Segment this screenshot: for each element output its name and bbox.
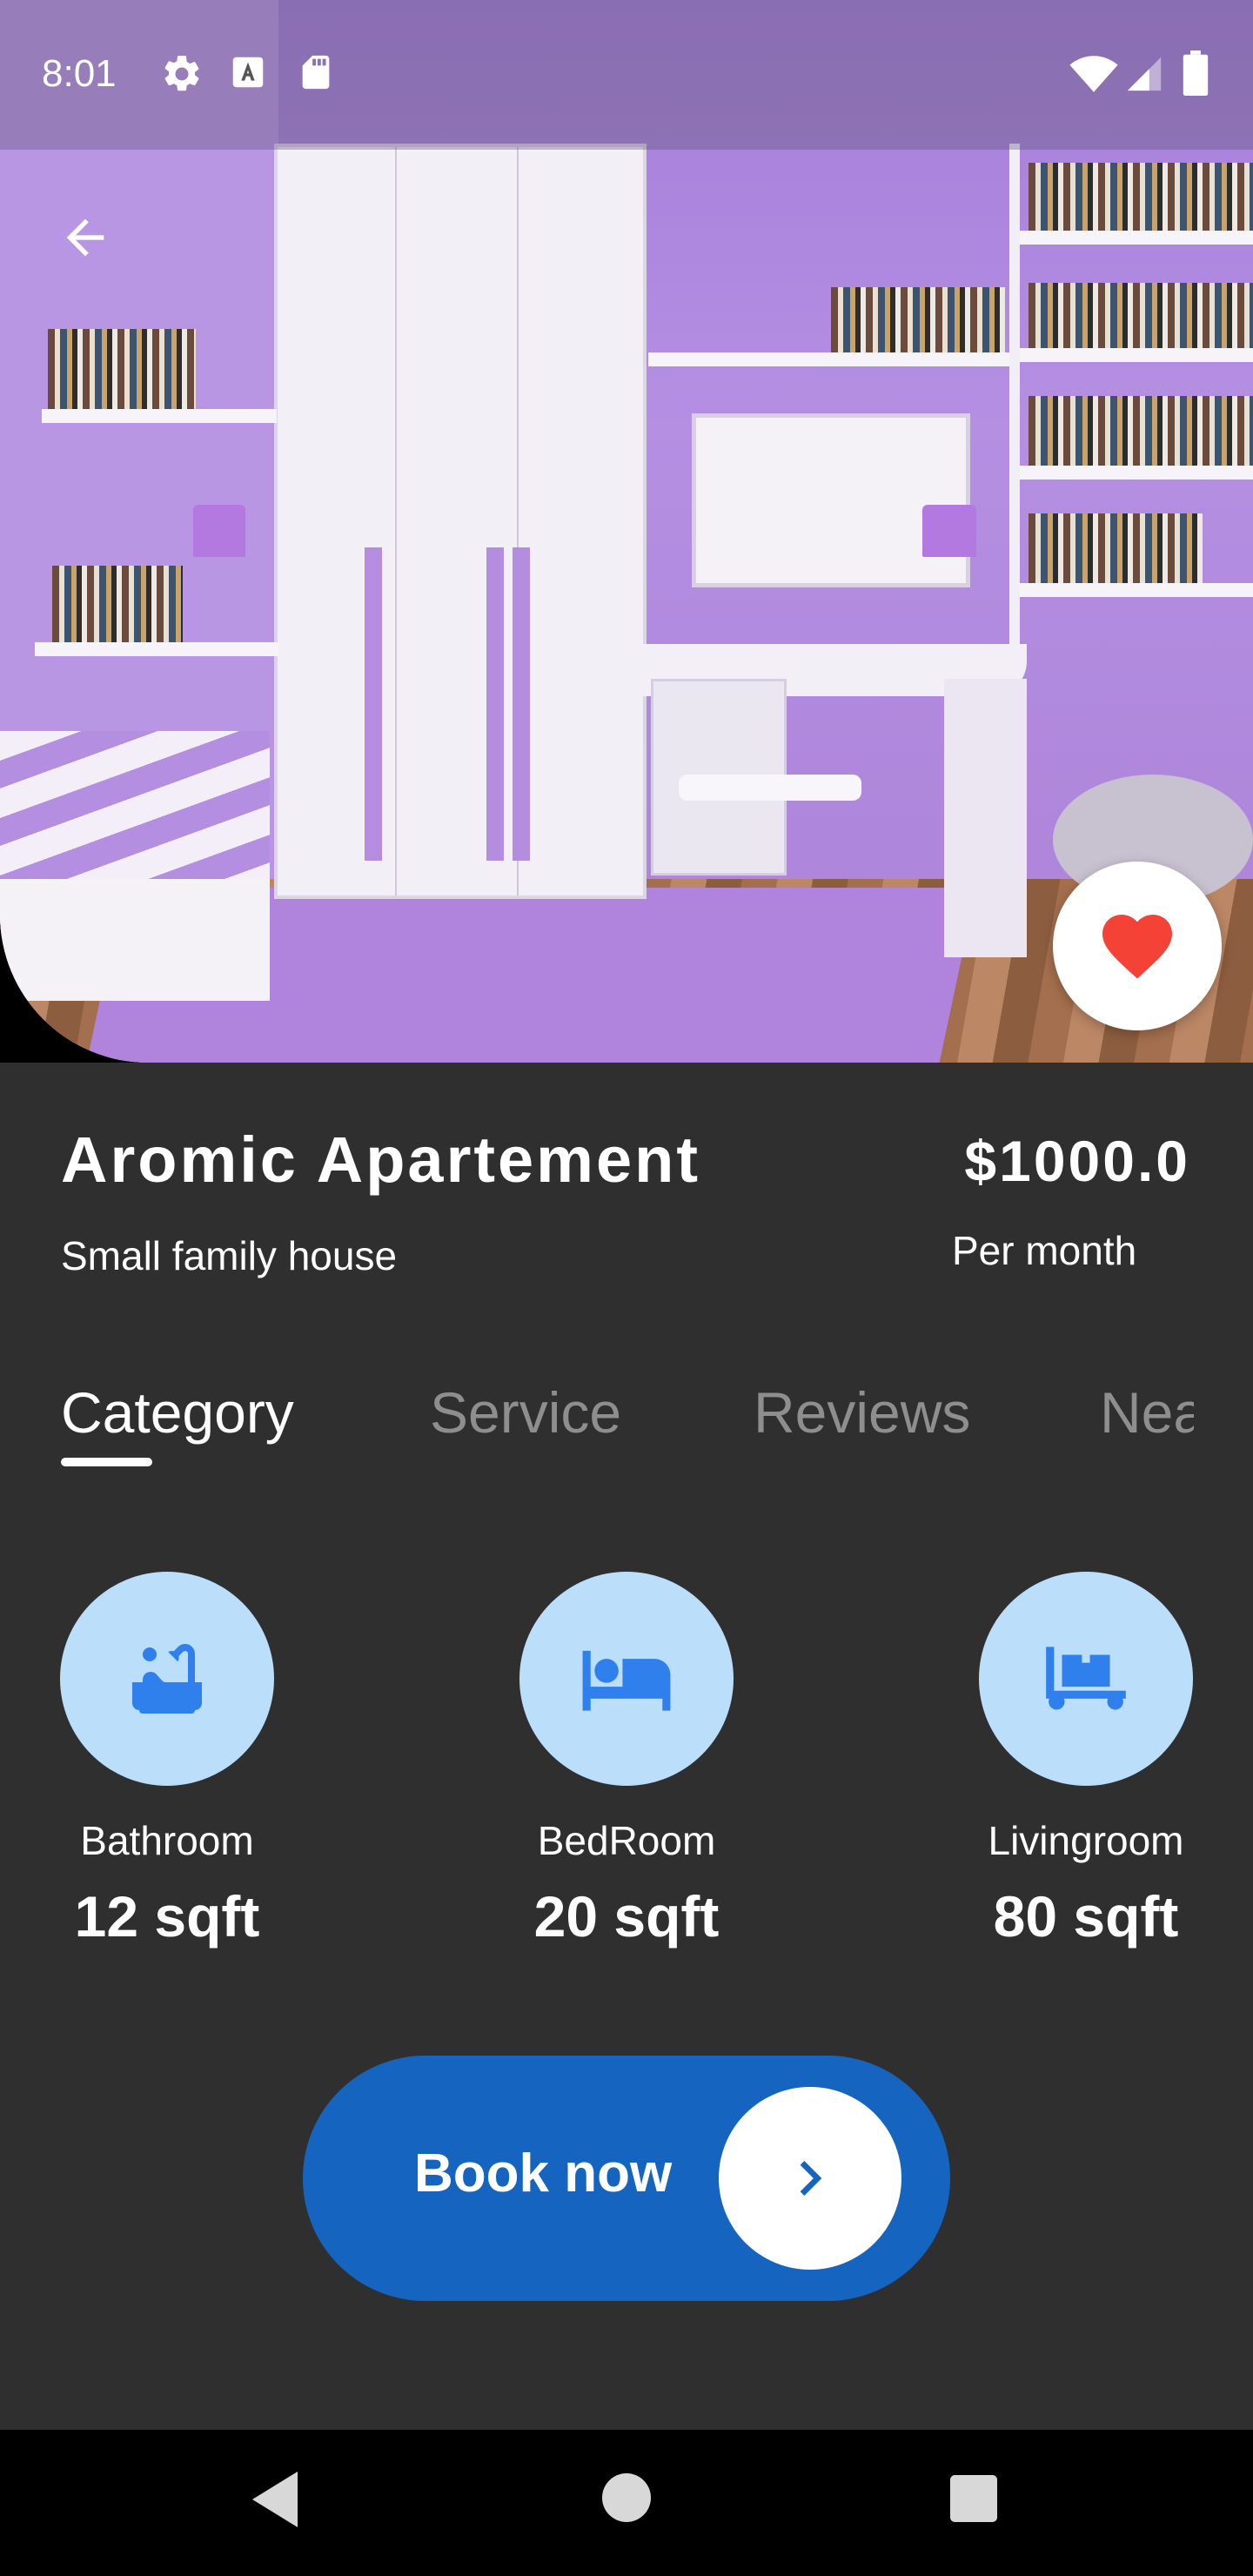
- back-triangle-icon[interactable]: [252, 2472, 301, 2527]
- tab-category[interactable]: Category: [61, 1379, 294, 1446]
- chevron-right-icon: [800, 2161, 822, 2196]
- favorite-button[interactable]: [1053, 862, 1222, 1030]
- sofa-icon: [1046, 1647, 1126, 1710]
- system-nav-bar: [0, 2430, 1253, 2576]
- category-livingroom[interactable]: Livingroom 80 sqft: [955, 1572, 1216, 1949]
- hero: [0, 0, 1253, 1063]
- category-bathroom[interactable]: Bathroom 12 sqft: [37, 1572, 298, 1949]
- book-now-arrow: [719, 2087, 901, 2270]
- status-bar: 8:01: [0, 0, 1253, 150]
- bed-icon: [582, 1650, 671, 1711]
- tab-reviews[interactable]: Reviews: [754, 1379, 970, 1446]
- settings-icon: [164, 56, 199, 91]
- price-period: Per month: [952, 1228, 1137, 1273]
- wifi-icon: [1069, 56, 1118, 92]
- category-icon-circle: [519, 1572, 734, 1786]
- category-size: 80 sqft: [993, 1884, 1179, 1949]
- category-label: Livingroom: [988, 1818, 1184, 1863]
- category-label: Bathroom: [80, 1818, 254, 1863]
- back-button[interactable]: [52, 205, 118, 271]
- sd-card-icon: [302, 55, 330, 90]
- heart-icon: [1102, 915, 1172, 979]
- property-title: Aromic Apartement: [61, 1124, 700, 1196]
- tab-indicator: [61, 1458, 152, 1466]
- property-price: $1000.0: [964, 1129, 1190, 1193]
- arrow-left-icon: [66, 218, 104, 257]
- text-a-icon: [232, 57, 264, 88]
- signal-icon: [1127, 57, 1162, 91]
- bathtub-icon: [132, 1644, 202, 1714]
- category-size: 20 sqft: [533, 1884, 720, 1949]
- status-time: 8:01: [42, 52, 117, 95]
- tab-nearby[interactable]: Nea: [1100, 1379, 1194, 1446]
- category-icon-circle: [979, 1572, 1193, 1786]
- book-now-button[interactable]: Book now: [303, 2056, 950, 2301]
- category-icon-circle: [60, 1572, 274, 1786]
- tab-service[interactable]: Service: [430, 1379, 621, 1446]
- recents-square-icon[interactable]: [950, 2475, 997, 2522]
- book-now-label: Book now: [414, 2143, 673, 2204]
- category-size: 12 sqft: [74, 1884, 260, 1949]
- category-bedroom[interactable]: BedRoom 20 sqft: [496, 1572, 757, 1949]
- category-label: BedRoom: [537, 1818, 716, 1863]
- battery-icon: [1183, 50, 1209, 96]
- home-circle-icon[interactable]: [602, 2473, 651, 2522]
- tab-bar: Category Service Reviews Nea: [0, 1371, 1194, 1484]
- property-subtitle: Small family house: [61, 1233, 398, 1278]
